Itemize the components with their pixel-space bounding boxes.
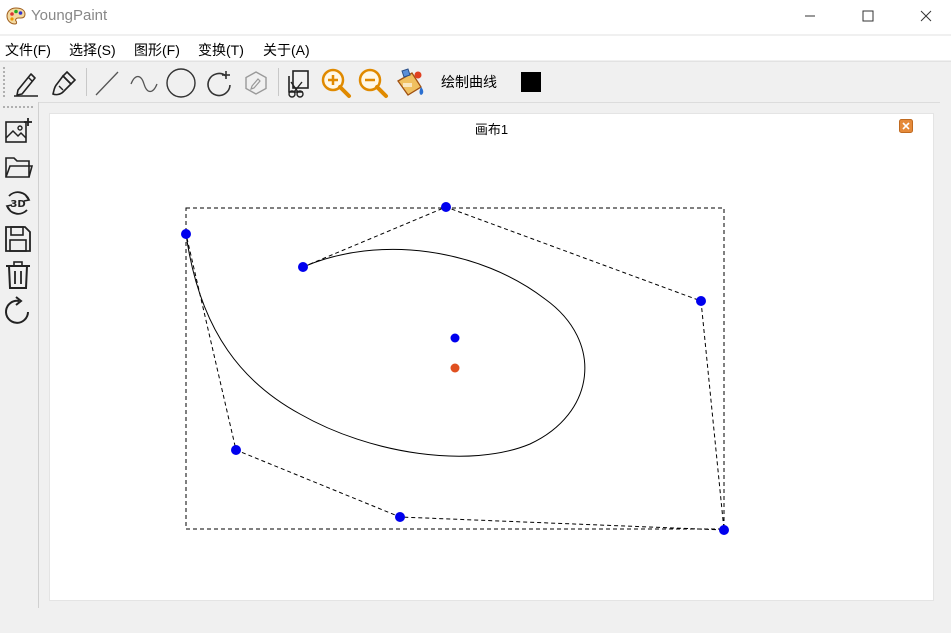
- line-icon: [95, 71, 119, 96]
- menu-transform[interactable]: 变换(T): [198, 40, 244, 60]
- current-tool-label: 绘制曲线: [441, 74, 497, 90]
- rotate-shape-icon: [207, 71, 231, 97]
- paint-bucket-icon: [397, 68, 424, 96]
- centroid-point[interactable]: [450, 363, 460, 373]
- menu-bar: 文件(F) 选择(S) 图形(F) 变换(T) 关于(A): [0, 36, 951, 60]
- curve-tool-button[interactable]: [128, 67, 160, 99]
- delete-button[interactable]: [2, 259, 34, 291]
- sidebar-grip[interactable]: [3, 106, 33, 111]
- canvas-panel: 画布1: [49, 113, 934, 601]
- zoom-out-icon: [358, 68, 388, 98]
- brush-icon: [52, 70, 77, 96]
- toolbar-separator: [278, 68, 279, 96]
- save-icon: [5, 226, 31, 252]
- current-color-swatch[interactable]: [521, 72, 541, 92]
- close-icon: [920, 10, 932, 22]
- control-point[interactable]: [298, 262, 308, 272]
- open-file-button[interactable]: [2, 151, 34, 183]
- save-button[interactable]: [2, 223, 34, 255]
- line-tool-button[interactable]: [91, 67, 123, 99]
- zoom-out-button[interactable]: [357, 67, 389, 99]
- right-edge: [940, 102, 951, 608]
- toolbar: 绘制曲线: [0, 61, 951, 103]
- delete-icon: [6, 261, 30, 289]
- app-title: YoungPaint: [31, 7, 108, 24]
- control-point[interactable]: [696, 296, 706, 306]
- title-bar: YoungPaint: [0, 0, 951, 34]
- control-point[interactable]: [231, 445, 241, 455]
- curve-icon: [130, 75, 158, 93]
- menu-shape[interactable]: 图形(F): [134, 40, 180, 60]
- menu-file[interactable]: 文件(F): [5, 40, 51, 60]
- crop-icon: [288, 70, 309, 98]
- maximize-icon: [862, 10, 874, 22]
- zoom-in-button[interactable]: [320, 67, 352, 99]
- menu-select[interactable]: 选择(S): [69, 40, 116, 60]
- svg-text:3D: 3D: [10, 199, 25, 210]
- rotation-center-point[interactable]: [450, 333, 460, 343]
- open-folder-icon: [5, 157, 33, 178]
- ellipse-tool-button[interactable]: [165, 67, 197, 99]
- minimize-button[interactable]: [781, 0, 839, 32]
- menu-about[interactable]: 关于(A): [263, 40, 310, 60]
- brush-tool-button[interactable]: [48, 67, 80, 99]
- pencil-icon: [14, 73, 38, 97]
- new-image-icon: [5, 118, 32, 143]
- maximize-button[interactable]: [839, 0, 897, 32]
- eraser-icon: [245, 71, 267, 95]
- zoom-in-icon: [321, 68, 351, 98]
- ellipse-icon: [166, 68, 196, 98]
- palette-icon: [6, 7, 26, 25]
- control-point[interactable]: [395, 512, 405, 522]
- pencil-tool-button[interactable]: [10, 67, 42, 99]
- bezier-curve: [185, 233, 586, 457]
- eraser-tool-button[interactable]: [240, 67, 272, 99]
- fill-tool-button[interactable]: [394, 67, 426, 99]
- rotate-3d-button[interactable]: 3D: [2, 187, 34, 219]
- redo-button[interactable]: [2, 295, 34, 327]
- toolbar-separator: [86, 68, 87, 96]
- redo-icon: [5, 296, 29, 324]
- control-point[interactable]: [719, 525, 729, 535]
- crop-tool-button[interactable]: [283, 67, 315, 99]
- drawing-canvas[interactable]: [50, 114, 933, 600]
- close-window-button[interactable]: [897, 0, 951, 32]
- toolbar-grip[interactable]: [3, 67, 8, 97]
- rotate-shape-tool-button[interactable]: [203, 67, 235, 99]
- control-point[interactable]: [181, 229, 191, 239]
- control-point[interactable]: [441, 202, 451, 212]
- minimize-icon: [805, 15, 815, 17]
- rotate-3d-icon: 3D: [5, 191, 31, 215]
- new-image-button[interactable]: [2, 115, 34, 147]
- left-toolbar: 3D: [0, 102, 39, 608]
